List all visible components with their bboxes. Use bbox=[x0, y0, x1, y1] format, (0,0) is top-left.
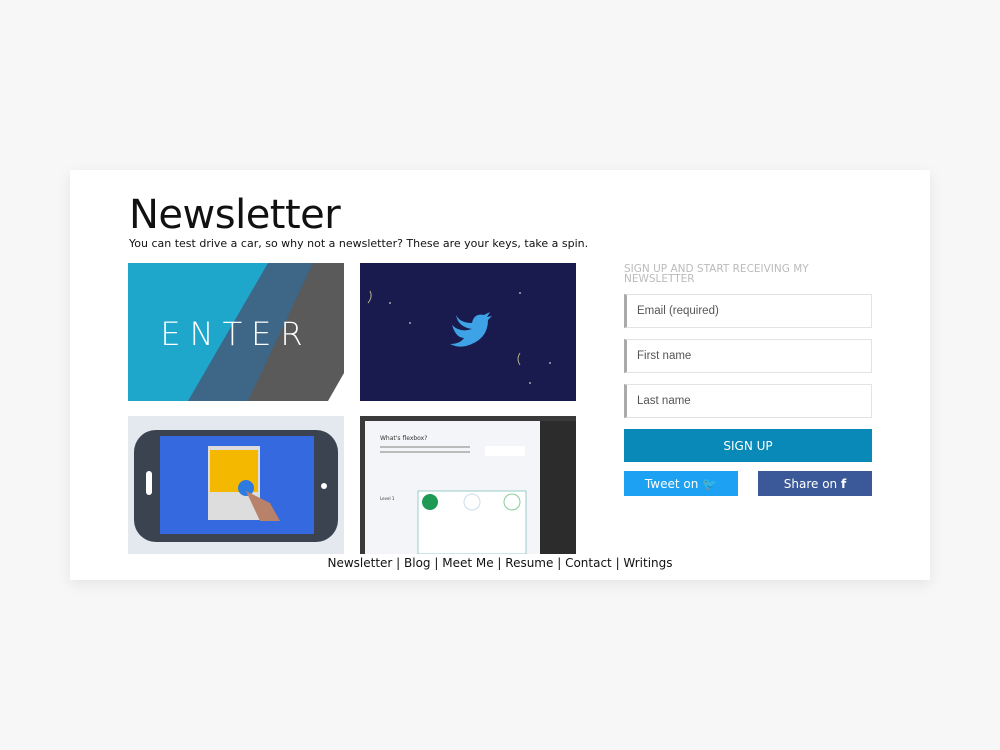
svg-text:Level 1: Level 1 bbox=[380, 496, 395, 501]
footer-link-contact[interactable]: Contact bbox=[565, 556, 612, 570]
enter-tile[interactable]: ENTER bbox=[128, 263, 344, 401]
last-name-input[interactable] bbox=[624, 384, 872, 418]
footer-link-blog[interactable]: Blog bbox=[404, 556, 431, 570]
signup-heading: SIGN UP AND START RECEIVING MY NEWSLETTE… bbox=[624, 263, 809, 285]
page-title: Newsletter bbox=[129, 192, 341, 238]
separator: | bbox=[553, 556, 566, 570]
first-name-input[interactable] bbox=[624, 339, 872, 373]
svg-text:What's flexbox?: What's flexbox? bbox=[380, 435, 427, 442]
tweet-label: Tweet on bbox=[644, 476, 699, 491]
tablet-tile[interactable] bbox=[128, 416, 344, 554]
share-facebook-button[interactable]: Share on f bbox=[758, 471, 872, 496]
footer-link-resume[interactable]: Resume bbox=[505, 556, 553, 570]
twitter-icon: 🐦 bbox=[702, 476, 718, 491]
tweet-button[interactable]: Tweet on 🐦 bbox=[624, 471, 738, 496]
email-input[interactable] bbox=[624, 294, 872, 328]
sign-up-button[interactable]: SIGN UP bbox=[624, 429, 872, 462]
page-subtitle: You can test drive a car, so why not a n… bbox=[129, 237, 589, 250]
facebook-icon: f bbox=[840, 476, 847, 491]
tablet-touch-icon bbox=[134, 430, 338, 542]
enter-graphic: ENTER bbox=[160, 263, 344, 401]
newsletter-card: Newsletter You can test drive a car, so … bbox=[70, 170, 930, 580]
flexbox-app-screenshot: What's flexbox? Level 1 bbox=[365, 421, 576, 554]
flexbox-tile[interactable]: What's flexbox? Level 1 bbox=[360, 416, 576, 554]
footer-link-meet-me[interactable]: Meet Me bbox=[442, 556, 493, 570]
share-label: Share on bbox=[783, 476, 838, 491]
enter-label: ENTER bbox=[160, 315, 311, 353]
separator: | bbox=[392, 556, 405, 570]
twitter-tile[interactable] bbox=[360, 263, 576, 401]
twitter-bird-icon bbox=[367, 290, 551, 384]
separator: | bbox=[611, 556, 624, 570]
footer-link-newsletter[interactable]: Newsletter bbox=[327, 556, 392, 570]
footer-nav: Newsletter | Blog | Meet Me | Resume | C… bbox=[70, 556, 930, 570]
separator: | bbox=[493, 556, 506, 570]
signup-form: SIGN UP AND START RECEIVING MY NEWSLETTE… bbox=[624, 263, 872, 496]
separator: | bbox=[430, 556, 443, 570]
footer-link-writings[interactable]: Writings bbox=[623, 556, 672, 570]
